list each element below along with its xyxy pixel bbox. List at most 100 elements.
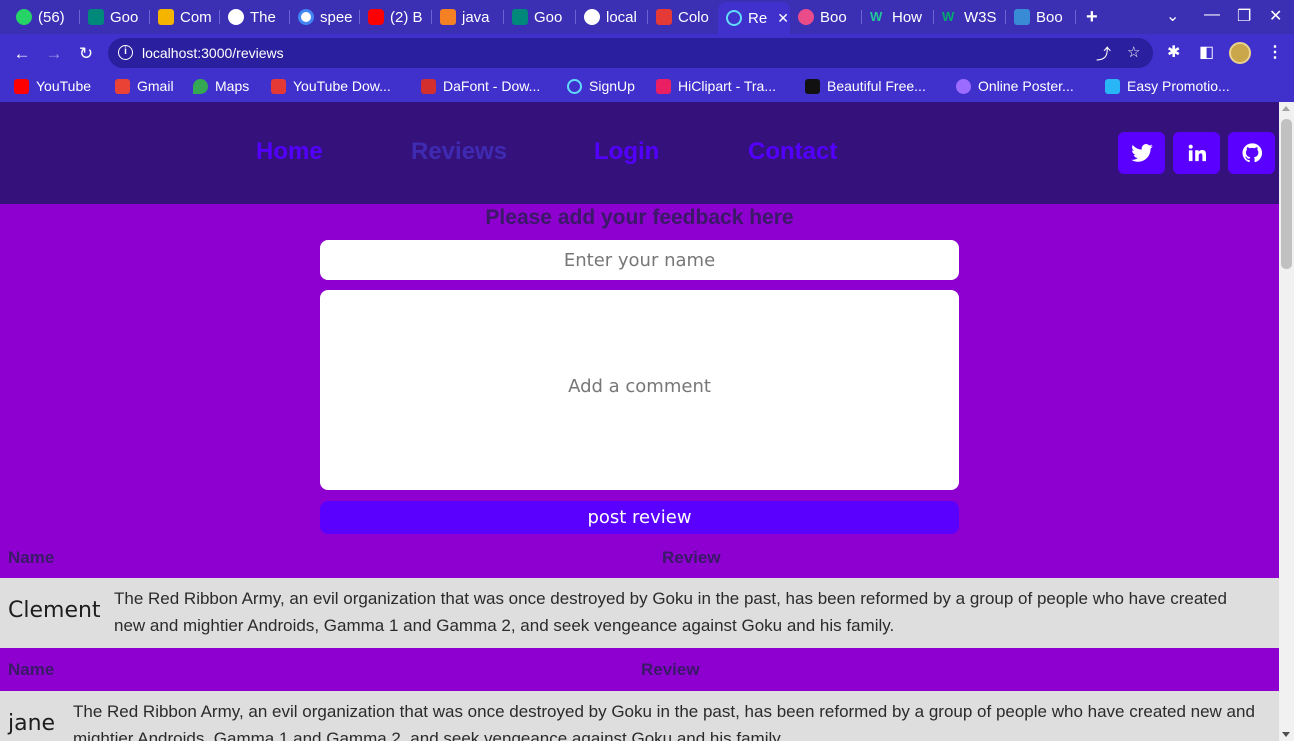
address-bar[interactable]: i localhost:3000/reviews ⤴ ☆ bbox=[108, 38, 1153, 68]
minimize-icon[interactable]: — bbox=[1204, 6, 1220, 24]
name-column-header: Name bbox=[8, 660, 55, 679]
browser-tab[interactable]: spee bbox=[290, 4, 360, 30]
download-icon bbox=[271, 78, 286, 94]
color-icon bbox=[656, 9, 672, 25]
tab-label: The bbox=[250, 8, 276, 26]
google-icon bbox=[298, 9, 314, 25]
bookmark-item[interactable]: YouTube bbox=[14, 78, 91, 94]
browser-tab[interactable]: Goo bbox=[80, 4, 150, 30]
bookmark-item[interactable]: YouTube Dow... bbox=[271, 78, 391, 94]
browser-tab[interactable]: local bbox=[576, 4, 648, 30]
bookmark-item[interactable]: SignUp bbox=[567, 78, 635, 94]
youtube-icon bbox=[368, 9, 384, 25]
close-tab-icon[interactable]: ✕ bbox=[777, 10, 789, 27]
bookmark-label: HiClipart - Tra... bbox=[678, 78, 777, 94]
scroll-up-icon[interactable] bbox=[1282, 106, 1290, 111]
browser-tab-active[interactable]: Re ✕ bbox=[718, 2, 790, 34]
twitter-button[interactable] bbox=[1118, 132, 1165, 174]
bookmark-item[interactable]: Easy Promotio... bbox=[1105, 78, 1230, 94]
nav-home-link[interactable]: Home bbox=[256, 138, 323, 166]
unsplash-icon bbox=[805, 78, 820, 94]
tab-label: local bbox=[606, 8, 637, 26]
tab-label: How bbox=[892, 8, 923, 26]
extensions-icon[interactable]: ✱ bbox=[1167, 42, 1180, 62]
bookmark-item[interactable]: DaFont - Dow... bbox=[421, 78, 540, 94]
bookmark-item[interactable]: Maps bbox=[193, 78, 249, 94]
github-button[interactable] bbox=[1228, 132, 1275, 174]
reviews-table-header: Name Review bbox=[0, 648, 1279, 691]
review-column-header: Review bbox=[662, 548, 721, 567]
reload-icon[interactable]: ↻ bbox=[74, 42, 98, 66]
nav-contact-link[interactable]: Contact bbox=[748, 138, 837, 166]
site-info-icon[interactable]: i bbox=[118, 45, 133, 60]
share-icon[interactable]: ⤴ bbox=[1096, 43, 1111, 64]
scroll-thumb[interactable] bbox=[1281, 119, 1292, 269]
skull-icon bbox=[228, 9, 244, 25]
bookmark-label: Gmail bbox=[137, 78, 174, 94]
nav-login-link[interactable]: Login bbox=[594, 138, 659, 166]
dafont-icon bbox=[421, 78, 436, 94]
browser-tab[interactable]: Goo bbox=[504, 4, 576, 30]
new-tab-icon[interactable]: + bbox=[1086, 6, 1098, 29]
google-meet-icon bbox=[88, 9, 104, 25]
browser-tab-strip: (56) Goo Com The spee (2) B java Goo loc… bbox=[0, 0, 1294, 34]
page-scrollbar[interactable] bbox=[1279, 102, 1294, 741]
review-text: The Red Ribbon Army, an evil organizatio… bbox=[114, 589, 1227, 635]
browser-tab[interactable]: W W3S bbox=[934, 4, 1006, 30]
bookmark-label: SignUp bbox=[589, 78, 635, 94]
profile-avatar[interactable] bbox=[1229, 42, 1251, 64]
tab-label: Goo bbox=[110, 8, 139, 26]
bookmark-star-icon[interactable]: ☆ bbox=[1127, 43, 1140, 61]
comment-textarea[interactable] bbox=[320, 290, 959, 490]
browser-tab[interactable]: (2) B bbox=[360, 4, 432, 30]
whatsapp-icon bbox=[16, 9, 32, 25]
tab-label: (2) B bbox=[390, 8, 423, 26]
tab-label: java bbox=[462, 8, 490, 26]
maps-icon bbox=[193, 78, 208, 94]
browser-tab[interactable]: Boo bbox=[1006, 4, 1076, 30]
bookmark-item[interactable]: HiClipart - Tra... bbox=[656, 78, 776, 94]
linkedin-button[interactable] bbox=[1173, 132, 1220, 174]
browser-tab[interactable]: java bbox=[432, 4, 504, 30]
back-icon[interactable]: ← bbox=[10, 42, 34, 66]
dribbble-icon bbox=[798, 9, 814, 25]
restore-icon[interactable]: ❐ bbox=[1237, 6, 1251, 26]
browser-menu-icon[interactable]: ⋮ bbox=[1267, 42, 1283, 62]
browser-tab[interactable]: Boo bbox=[790, 4, 862, 30]
bookmark-label: YouTube bbox=[36, 78, 92, 94]
tab-label: Goo bbox=[534, 8, 563, 26]
tab-label: W3S bbox=[964, 8, 997, 26]
post-review-button[interactable]: post review bbox=[320, 501, 959, 534]
review-text: The Red Ribbon Army, an evil organizatio… bbox=[73, 702, 1255, 741]
address-url[interactable]: localhost:3000/reviews bbox=[142, 45, 284, 61]
tab-label: Boo bbox=[820, 8, 847, 26]
page-content: Home Reviews Login Contact Please add yo… bbox=[0, 102, 1279, 741]
review-column-header: Review bbox=[641, 660, 700, 679]
bookmark-item[interactable]: Beautiful Free... bbox=[805, 78, 926, 94]
browser-tab[interactable]: The bbox=[220, 4, 290, 30]
review-author: jane bbox=[8, 711, 56, 736]
tab-search-icon[interactable]: ⌄ bbox=[1166, 6, 1179, 26]
reviews-table-header: Name Review bbox=[0, 538, 1279, 578]
close-window-icon[interactable]: ✕ bbox=[1269, 6, 1282, 26]
twitter-icon bbox=[1130, 144, 1153, 162]
bookmark-label: YouTube Dow... bbox=[293, 78, 391, 94]
tab-label: Com bbox=[180, 8, 212, 26]
tab-label: Re bbox=[748, 9, 768, 27]
browser-tab[interactable]: (56) bbox=[8, 4, 80, 30]
react-icon bbox=[726, 10, 742, 26]
google-meet-icon bbox=[512, 9, 528, 25]
bookmark-item[interactable]: Online Poster... bbox=[956, 78, 1074, 94]
side-panel-icon[interactable]: ◧ bbox=[1199, 42, 1214, 62]
nav-reviews-link[interactable]: Reviews bbox=[411, 138, 507, 166]
name-input[interactable] bbox=[320, 240, 959, 280]
hiclipart-icon bbox=[656, 78, 671, 94]
bookmarks-bar: YouTube Gmail Maps YouTube Dow... DaFont… bbox=[0, 72, 1294, 102]
browser-tab[interactable]: W How bbox=[862, 4, 934, 30]
scroll-down-icon[interactable] bbox=[1282, 732, 1290, 737]
bookmark-item[interactable]: Gmail bbox=[115, 78, 174, 94]
browser-tab[interactable]: Colo bbox=[648, 4, 718, 30]
forward-icon[interactable]: → bbox=[42, 42, 66, 66]
promo-icon bbox=[1105, 78, 1120, 94]
browser-tab[interactable]: Com bbox=[150, 4, 220, 30]
